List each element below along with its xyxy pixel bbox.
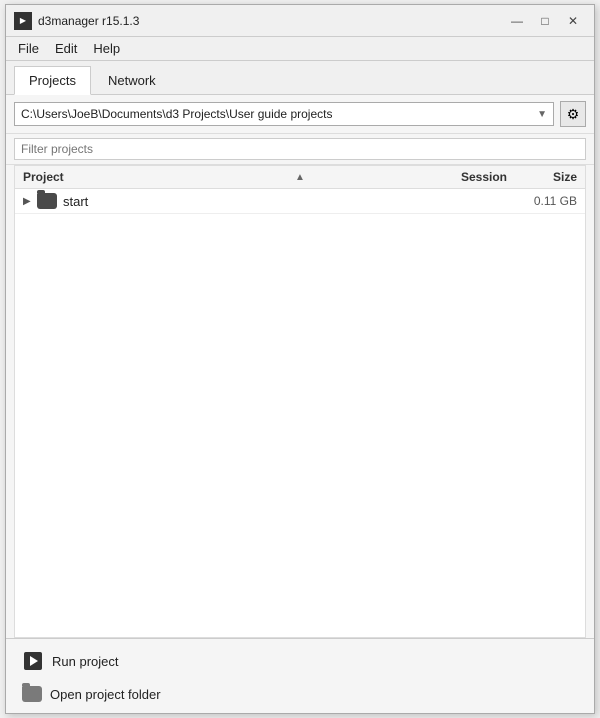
expand-icon[interactable]: ▶ bbox=[23, 196, 37, 207]
project-name: start bbox=[63, 194, 427, 209]
settings-button[interactable]: ⚙ bbox=[560, 101, 586, 127]
path-text: C:\Users\JoeB\Documents\d3 Projects\User… bbox=[21, 107, 332, 121]
run-project-label: Run project bbox=[52, 654, 118, 669]
project-size: 0.11 GB bbox=[507, 194, 577, 208]
filter-input[interactable] bbox=[14, 138, 586, 160]
table-row[interactable]: ▶ start 0.11 GB bbox=[15, 189, 585, 214]
dropdown-arrow-icon: ▼ bbox=[537, 109, 547, 120]
menu-bar: File Edit Help bbox=[6, 37, 594, 61]
title-bar: d3manager r15.1.3 — □ ✕ bbox=[6, 5, 594, 37]
open-folder-label: Open project folder bbox=[50, 687, 161, 702]
run-project-icon bbox=[23, 651, 43, 671]
minimize-button[interactable]: — bbox=[504, 11, 530, 31]
open-folder-icon bbox=[22, 686, 42, 702]
app-icon bbox=[14, 12, 32, 30]
menu-edit[interactable]: Edit bbox=[47, 39, 85, 58]
maximize-button[interactable]: □ bbox=[532, 11, 558, 31]
close-button[interactable]: ✕ bbox=[560, 11, 586, 31]
window-title: d3manager r15.1.3 bbox=[38, 14, 504, 28]
run-project-button[interactable]: Run project bbox=[14, 645, 586, 677]
tabs-bar: Projects Network bbox=[6, 61, 594, 95]
list-header: Project ▲ Session Size bbox=[15, 166, 585, 189]
open-folder-button[interactable]: Open project folder bbox=[14, 681, 586, 707]
folder-icon bbox=[37, 193, 57, 209]
col-header-session: Session bbox=[427, 170, 507, 184]
menu-file[interactable]: File bbox=[10, 39, 47, 58]
tab-projects[interactable]: Projects bbox=[14, 66, 91, 95]
path-toolbar: C:\Users\JoeB\Documents\d3 Projects\User… bbox=[6, 95, 594, 134]
window-controls: — □ ✕ bbox=[504, 11, 586, 31]
project-list: Project ▲ Session Size ▶ start 0.11 GB bbox=[14, 165, 586, 638]
tab-network[interactable]: Network bbox=[93, 66, 171, 94]
gear-icon: ⚙ bbox=[567, 106, 580, 123]
menu-help[interactable]: Help bbox=[85, 39, 128, 58]
col-header-size: Size bbox=[507, 170, 577, 184]
filter-bar bbox=[6, 134, 594, 165]
list-empty-area bbox=[15, 214, 585, 637]
footer: Run project Open project folder bbox=[6, 638, 594, 713]
path-dropdown[interactable]: C:\Users\JoeB\Documents\d3 Projects\User… bbox=[14, 102, 554, 126]
run-icon bbox=[22, 650, 44, 672]
sort-arrow-icon: ▲ bbox=[295, 172, 305, 183]
main-window: d3manager r15.1.3 — □ ✕ File Edit Help P… bbox=[5, 4, 595, 714]
col-header-project: Project bbox=[23, 170, 427, 184]
